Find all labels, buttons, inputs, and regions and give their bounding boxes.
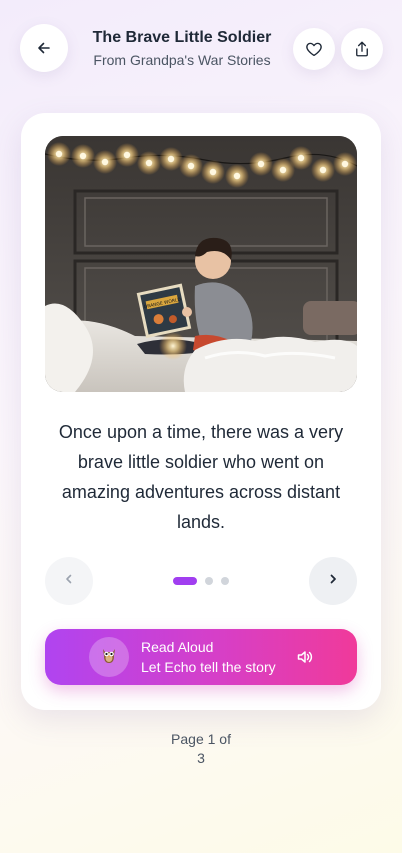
next-page-button[interactable] xyxy=(309,557,357,605)
owl-icon xyxy=(98,644,120,671)
share-button[interactable] xyxy=(341,28,383,70)
read-aloud-text: Read Aloud Let Echo tell the story xyxy=(141,638,276,677)
back-button[interactable] xyxy=(20,24,68,72)
page-indicator-line2: 3 xyxy=(197,750,205,766)
owl-avatar xyxy=(89,637,129,677)
story-text: Once upon a time, there was a very brave… xyxy=(58,422,344,532)
favorite-button[interactable] xyxy=(293,28,335,70)
chevron-right-icon xyxy=(327,572,339,590)
read-aloud-title: Read Aloud xyxy=(141,639,214,655)
story-illustration: ORANGE WORLD xyxy=(45,136,357,392)
read-aloud-subtitle: Let Echo tell the story xyxy=(141,659,276,675)
page-dot[interactable] xyxy=(205,577,213,585)
page-dots xyxy=(173,577,233,585)
read-aloud-button[interactable]: Read Aloud Let Echo tell the story xyxy=(45,629,357,685)
page-indicator-line1: Page 1 of xyxy=(171,731,231,747)
page-subtitle: From Grandpa's War Stories xyxy=(93,52,271,68)
page-title: The Brave Little Soldier xyxy=(92,29,272,46)
speaker-icon xyxy=(296,648,314,671)
arrow-left-icon xyxy=(36,40,52,56)
page-dot-active[interactable] xyxy=(173,577,197,585)
page-dot[interactable] xyxy=(221,577,229,585)
story-card: ORANGE WORLD Once upon a time, there was… xyxy=(21,113,381,710)
page-indicator: Page 1 of 3 xyxy=(151,730,251,768)
header-titles: The Brave Little Soldier From Grandpa's … xyxy=(72,28,292,69)
chevron-left-icon xyxy=(63,572,75,590)
share-icon xyxy=(353,40,371,58)
previous-page-button[interactable] xyxy=(45,557,93,605)
heart-icon xyxy=(305,40,323,58)
